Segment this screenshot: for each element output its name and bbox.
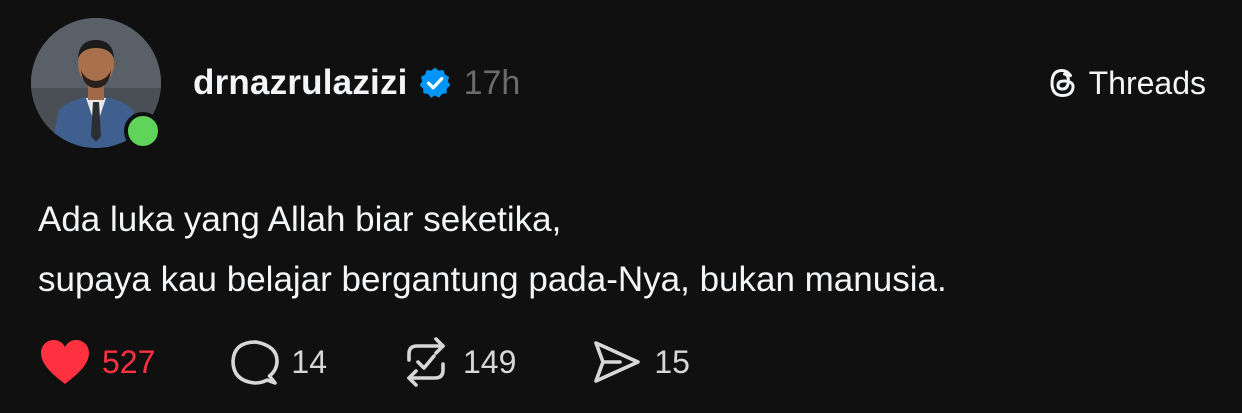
send-icon xyxy=(594,341,641,383)
comment-icon xyxy=(231,340,280,385)
like-button[interactable]: 527 xyxy=(38,337,155,387)
threads-post-card: drnazrulazizi 17h Threads Ada luka yang … xyxy=(0,0,1242,413)
post-timestamp: 17h xyxy=(463,63,521,102)
post-text-line: supaya kau belajar bergantung pada-Nya, … xyxy=(38,260,947,299)
verified-badge-icon xyxy=(418,66,452,100)
repost-count: 149 xyxy=(462,343,517,380)
like-count: 527 xyxy=(102,343,156,380)
post-header: drnazrulazizi 17h xyxy=(193,58,520,108)
share-button[interactable]: 15 xyxy=(590,337,690,387)
action-bar: 527 14 149 15 xyxy=(38,336,690,388)
heart-icon xyxy=(41,340,89,384)
reply-button[interactable]: 14 xyxy=(229,337,327,387)
repost-button[interactable]: 149 xyxy=(399,336,516,388)
threads-brand[interactable]: Threads xyxy=(1045,60,1206,106)
repost-icon xyxy=(407,337,445,387)
online-status-indicator xyxy=(124,112,162,150)
username[interactable]: drnazrulazizi xyxy=(193,63,408,103)
post-body: Ada luka yang Allah biar seketika, supay… xyxy=(38,190,947,310)
reply-count: 14 xyxy=(291,343,327,380)
post-text-line: Ada luka yang Allah biar seketika, xyxy=(38,200,562,239)
brand-label: Threads xyxy=(1088,64,1206,101)
threads-logo-icon xyxy=(1050,68,1075,98)
share-count: 15 xyxy=(654,343,690,380)
